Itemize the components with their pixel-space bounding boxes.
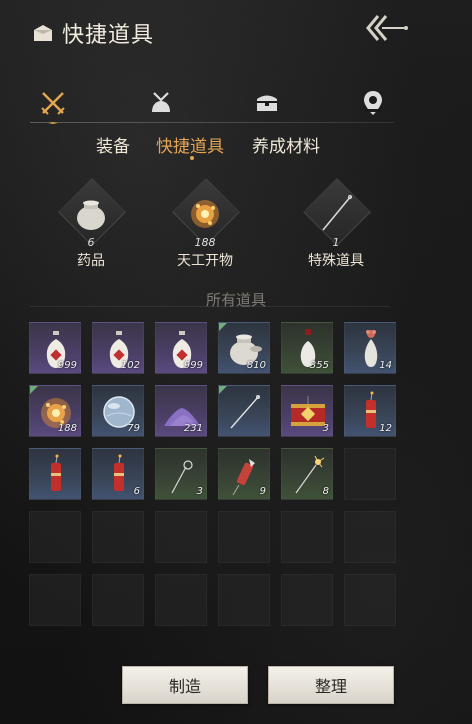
page-title: 快捷道具 — [62, 23, 155, 48]
firecracker-icon — [51, 454, 61, 491]
item-quantity: 9 — [259, 486, 266, 497]
empty-slot[interactable] — [92, 511, 144, 563]
item-quantity: 6 — [133, 486, 140, 497]
empty-slot[interactable] — [155, 511, 207, 563]
item-slot[interactable]: 3 — [155, 448, 207, 500]
item-slot[interactable]: 6 — [92, 448, 144, 500]
item-quantity: 810 — [246, 360, 266, 371]
item-slot[interactable]: 810 — [218, 322, 270, 374]
summary-medicine[interactable]: 6 药品 — [46, 178, 136, 270]
map-pin-icon — [364, 91, 382, 115]
category-chest[interactable] — [252, 88, 282, 118]
back-arrow-icon[interactable] — [360, 10, 416, 46]
summary-count: 1 — [332, 236, 340, 249]
chest-icon — [257, 95, 277, 111]
item-quantity: 14 — [379, 360, 392, 371]
firework-burst-icon — [191, 200, 219, 228]
jar-icon — [77, 200, 105, 230]
empty-slot[interactable] — [155, 574, 207, 626]
empty-slot[interactable] — [344, 574, 396, 626]
category-location[interactable] — [358, 88, 388, 118]
divider — [30, 306, 390, 307]
empty-slot[interactable] — [92, 574, 144, 626]
active-tab-indicator — [190, 156, 194, 160]
item-slot[interactable]: 9 — [218, 448, 270, 500]
summary-label: 特殊道具 — [308, 253, 364, 269]
pouch-icon — [152, 92, 170, 112]
category-equipment[interactable] — [38, 88, 68, 124]
empty-slot[interactable] — [218, 511, 270, 563]
item-quantity: 12 — [379, 423, 392, 434]
item-quantity: 231 — [183, 423, 203, 434]
item-quantity: 188 — [57, 423, 77, 434]
divider — [30, 122, 394, 123]
summary-count: 188 — [194, 236, 216, 249]
empty-slot[interactable] — [29, 574, 81, 626]
needle-icon — [230, 395, 260, 429]
category-bar — [0, 88, 472, 124]
item-quantity: 102 — [120, 360, 140, 371]
summary-label: 药品 — [77, 253, 105, 269]
item-slot[interactable]: 999 — [29, 322, 81, 374]
category-summary: 6 药品 188 天工开物 1 特殊道具 — [0, 178, 472, 284]
item-slot[interactable]: 14 — [344, 322, 396, 374]
item-slot[interactable]: 355 — [281, 322, 333, 374]
item-slot[interactable]: 999 — [155, 322, 207, 374]
empty-slot[interactable] — [281, 511, 333, 563]
item-quantity: 355 — [309, 360, 329, 371]
item-quantity: 3 — [322, 423, 329, 434]
item-slot[interactable]: 3 — [281, 385, 333, 437]
summary-special[interactable]: 1 特殊道具 — [291, 178, 381, 270]
item-slot[interactable]: 79 — [92, 385, 144, 437]
item-slot[interactable] — [29, 448, 81, 500]
tab-materials[interactable]: 养成材料 — [252, 132, 320, 157]
tab-bar: 装备 快捷道具 养成材料 — [0, 132, 472, 160]
needle-icon — [322, 194, 353, 231]
category-pouch[interactable] — [146, 88, 176, 118]
item-slot[interactable] — [218, 385, 270, 437]
header: 快捷道具 — [32, 18, 154, 48]
craft-button[interactable]: 制造 — [122, 666, 248, 704]
item-slot[interactable]: 188 — [29, 385, 81, 437]
item-quantity: 8 — [322, 486, 329, 497]
item-slot[interactable]: 231 — [155, 385, 207, 437]
item-quantity: 79 — [127, 423, 140, 434]
summary-crafting[interactable]: 188 天工开物 — [160, 178, 250, 270]
empty-slot[interactable] — [218, 574, 270, 626]
empty-slot[interactable] — [344, 448, 396, 500]
crossed-swords-icon — [41, 92, 65, 115]
item-slot[interactable]: 8 — [281, 448, 333, 500]
item-quantity: 999 — [57, 360, 77, 371]
sort-button[interactable]: 整理 — [268, 666, 394, 704]
empty-slot[interactable] — [281, 574, 333, 626]
summary-label: 天工开物 — [177, 253, 233, 269]
empty-slot[interactable] — [29, 511, 81, 563]
tab-equipment[interactable]: 装备 — [96, 132, 130, 157]
bag-icon — [34, 25, 52, 41]
item-quantity: 999 — [183, 360, 203, 371]
empty-slot[interactable] — [344, 511, 396, 563]
item-quantity: 3 — [196, 486, 203, 497]
item-slot[interactable]: 12 — [344, 385, 396, 437]
item-slot[interactable]: 102 — [92, 322, 144, 374]
summary-count: 6 — [87, 236, 95, 249]
tab-quick-items[interactable]: 快捷道具 — [156, 132, 224, 157]
